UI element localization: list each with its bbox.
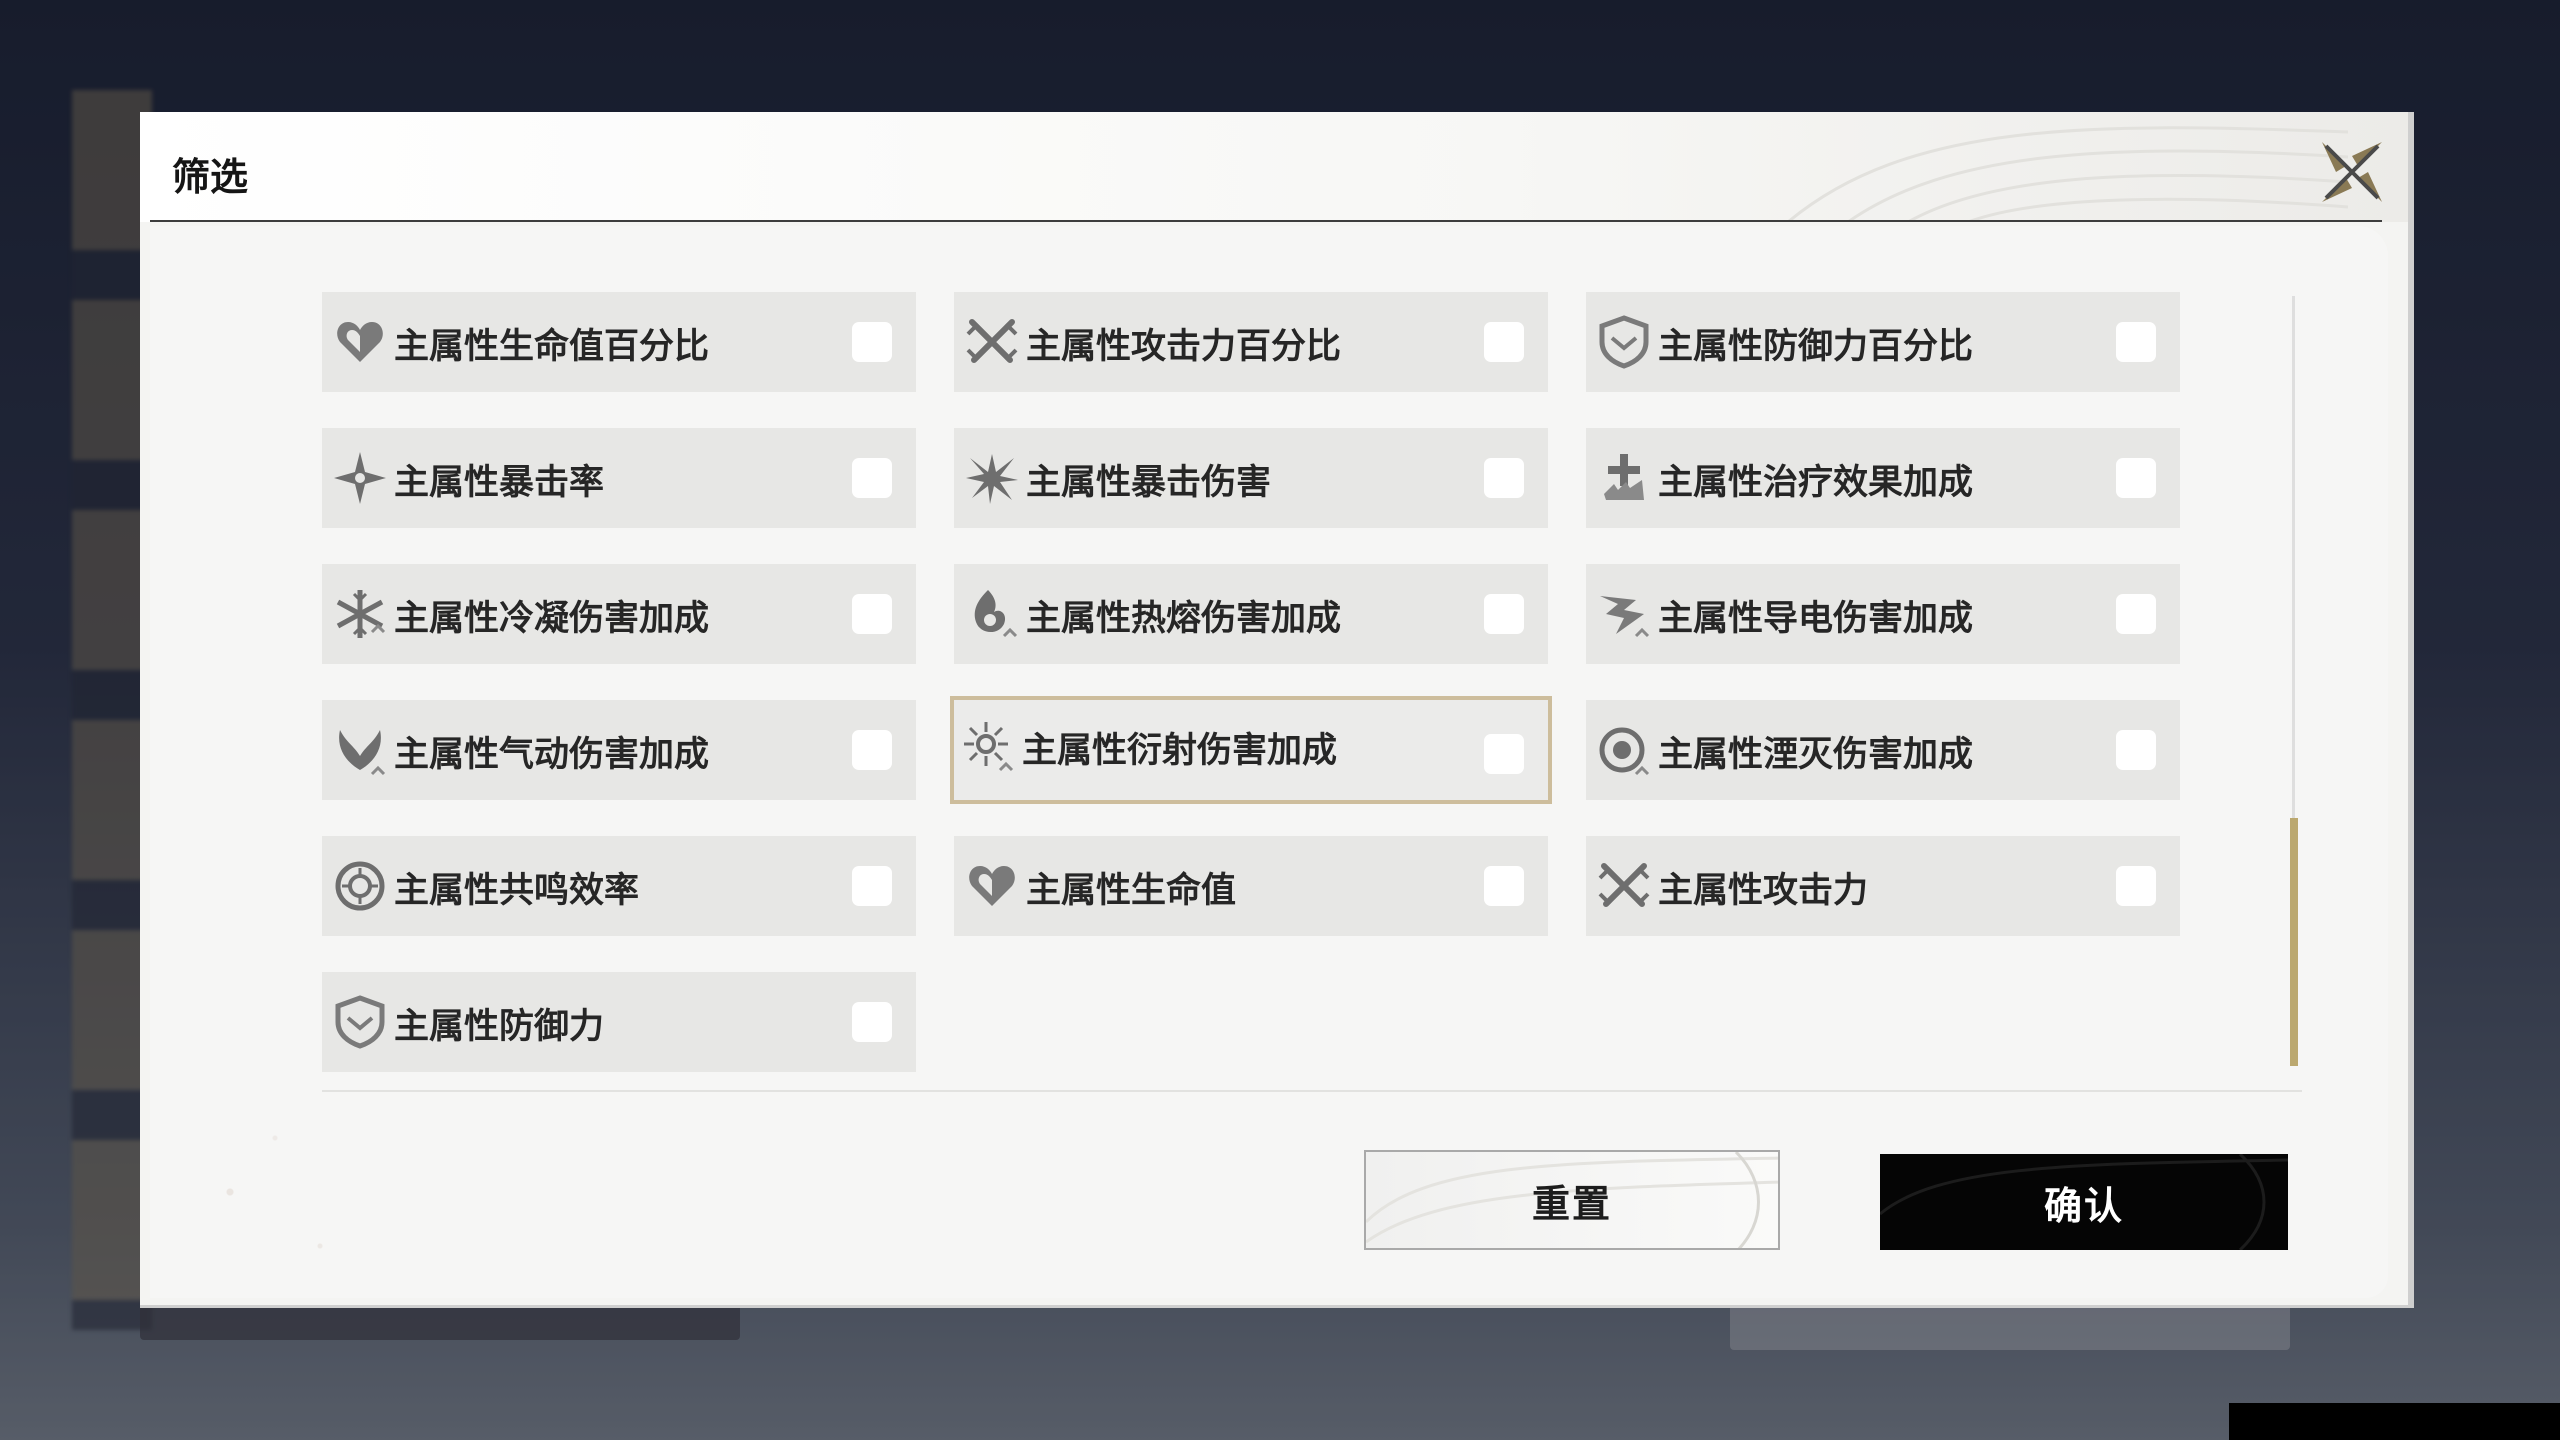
option-checkbox[interactable] xyxy=(2116,458,2156,498)
option-label: 主属性防御力 xyxy=(394,1007,605,1047)
option-checkbox[interactable] xyxy=(2116,730,2156,770)
option-label: 主属性湮灭伤害加成 xyxy=(1658,735,1974,775)
filter-option-atk[interactable]: 主属性攻击力 xyxy=(1586,836,2180,936)
confirm-button[interactable]: 确认 xyxy=(1880,1154,2288,1250)
option-checkbox[interactable] xyxy=(1484,594,1524,634)
vortex-icon xyxy=(1599,727,1650,776)
dialog-title: 筛选 xyxy=(172,155,249,199)
flame-icon xyxy=(974,590,1018,638)
option-checkbox[interactable] xyxy=(2116,866,2156,906)
filter-option-hp-percent[interactable]: 主属性生命值百分比 xyxy=(322,292,916,392)
close-x-icon xyxy=(2322,142,2382,202)
filter-option-spectro-dmg[interactable]: 主属性衍射伤害加成 xyxy=(950,696,1552,804)
option-checkbox[interactable] xyxy=(852,730,892,770)
option-checkbox[interactable] xyxy=(2116,594,2156,634)
option-label: 主属性攻击力百分比 xyxy=(1026,327,1342,367)
crit-star-icon xyxy=(334,452,386,504)
shield-icon xyxy=(1599,315,1649,369)
header-decoration xyxy=(1788,126,2348,222)
option-label: 主属性生命值百分比 xyxy=(394,327,710,367)
option-checkbox[interactable] xyxy=(852,458,892,498)
reset-button[interactable]: 重置 xyxy=(1364,1150,1780,1250)
option-checkbox[interactable] xyxy=(2116,322,2156,362)
crit-burst-icon xyxy=(966,454,1018,504)
option-checkbox[interactable] xyxy=(852,322,892,362)
filter-option-crit-rate[interactable]: 主属性暴击率 xyxy=(322,428,916,528)
scrollbar-thumb[interactable] xyxy=(2290,818,2298,1066)
reset-button-label: 重置 xyxy=(1531,1181,1612,1226)
sun-icon xyxy=(964,722,1014,772)
option-label: 主属性生命值 xyxy=(1026,871,1237,911)
filter-option-def[interactable]: 主属性防御力 xyxy=(322,972,916,1072)
filter-option-aero-dmg[interactable]: 主属性气动伤害加成 xyxy=(322,700,916,800)
option-checkbox[interactable] xyxy=(1484,458,1524,498)
lightning-icon xyxy=(1600,596,1650,638)
filter-option-healing[interactable]: 主属性治疗效果加成 xyxy=(1586,428,2180,528)
resonance-icon xyxy=(335,861,385,911)
snowflake-icon xyxy=(336,590,386,638)
filter-option-electro-dmg[interactable]: 主属性导电伤害加成 xyxy=(1586,564,2180,664)
crossed-swords-icon xyxy=(1598,863,1650,907)
option-checkbox[interactable] xyxy=(852,594,892,634)
option-label: 主属性导电伤害加成 xyxy=(1658,599,1974,639)
filter-option-hp[interactable]: 主属性生命值 xyxy=(954,836,1548,936)
option-checkbox[interactable] xyxy=(1484,322,1524,362)
option-checkbox[interactable] xyxy=(1484,866,1524,906)
header-divider xyxy=(150,220,2382,222)
wind-icon xyxy=(339,730,386,776)
dialog-header: 筛选 xyxy=(140,112,2408,222)
filter-option-glacio-dmg[interactable]: 主属性冷凝伤害加成 xyxy=(322,564,916,664)
option-label: 主属性防御力百分比 xyxy=(1658,327,1974,367)
heart-icon xyxy=(337,322,383,362)
filter-option-havoc-dmg[interactable]: 主属性湮灭伤害加成 xyxy=(1586,700,2180,800)
option-label: 主属性攻击力 xyxy=(1658,871,1869,911)
close-button[interactable] xyxy=(2316,136,2388,208)
option-checkbox[interactable] xyxy=(1484,734,1524,774)
option-label: 主属性暴击伤害 xyxy=(1026,463,1272,503)
filter-option-def-percent[interactable]: 主属性防御力百分比 xyxy=(1586,292,2180,392)
background-corner xyxy=(2229,1403,2560,1440)
healing-icon xyxy=(1604,454,1644,500)
footer-divider xyxy=(322,1090,2302,1092)
option-checkbox[interactable] xyxy=(852,866,892,906)
option-label: 主属性共鸣效率 xyxy=(394,871,640,911)
option-label: 主属性气动伤害加成 xyxy=(394,735,710,775)
confirm-button-label: 确认 xyxy=(2043,1183,2124,1228)
shield-icon xyxy=(335,995,385,1049)
option-checkbox[interactable] xyxy=(852,1002,892,1042)
filter-option-energy-regen[interactable]: 主属性共鸣效率 xyxy=(322,836,916,936)
crossed-swords-icon xyxy=(966,319,1018,363)
option-label: 主属性暴击率 xyxy=(394,463,605,503)
option-label: 主属性冷凝伤害加成 xyxy=(394,599,710,639)
option-label: 主属性热熔伤害加成 xyxy=(1026,599,1342,639)
option-label: 主属性衍射伤害加成 xyxy=(1022,731,1338,771)
filter-option-atk-percent[interactable]: 主属性攻击力百分比 xyxy=(954,292,1548,392)
filter-option-fusion-dmg[interactable]: 主属性热熔伤害加成 xyxy=(954,564,1548,664)
filter-option-crit-dmg[interactable]: 主属性暴击伤害 xyxy=(954,428,1548,528)
option-label: 主属性治疗效果加成 xyxy=(1658,463,1974,503)
heart-icon xyxy=(969,866,1015,906)
